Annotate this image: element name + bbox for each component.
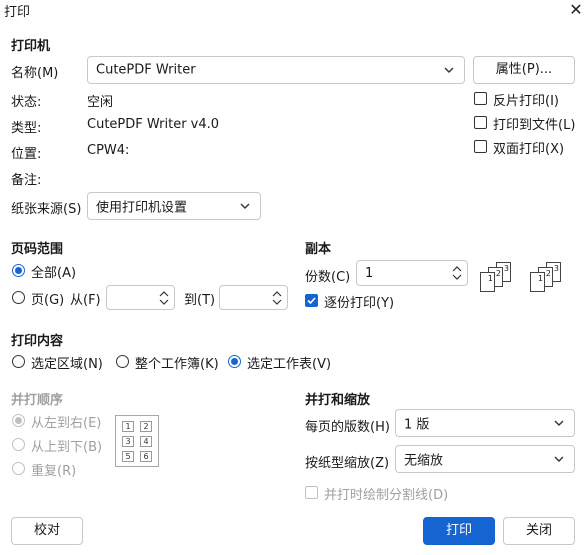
printer-name-label: 名称(M) [11, 66, 59, 81]
type-label: 类型: [11, 121, 42, 136]
draw-borders-checkbox[interactable] [305, 486, 318, 499]
spinner-icon[interactable] [271, 289, 283, 307]
print-order-section-title: 并打顺序 [11, 393, 64, 408]
page-range-all-radio[interactable] [12, 264, 25, 277]
print-workbook-label: 整个工作簿(K) [135, 357, 219, 372]
close-button[interactable]: 关闭 [503, 517, 575, 545]
order-grid-cell: 1 [122, 421, 134, 432]
printer-name-value: CutePDF Writer [96, 62, 196, 78]
order-top-to-bottom-label: 从上到下(B) [31, 440, 103, 455]
collate-label: 逐份打印(Y) [324, 296, 395, 311]
properties-button[interactable]: 属性(P)... [473, 56, 575, 84]
copies-count-label: 份数(C) [305, 270, 351, 285]
order-repeat-radio[interactable] [12, 462, 25, 475]
type-value: CutePDF Writer v4.0 [87, 117, 220, 132]
printer-name-select[interactable]: CutePDF Writer [87, 56, 465, 84]
page-range-to-input[interactable] [219, 285, 288, 310]
print-active-sheets-radio[interactable] [228, 355, 241, 368]
printer-section-title: 打印机 [11, 39, 51, 54]
spinner-icon[interactable] [451, 264, 463, 282]
page-range-section-title: 页码范围 [11, 242, 64, 257]
duplex-checkbox[interactable] [474, 140, 487, 153]
chevron-down-icon [554, 456, 564, 462]
duplex-label: 双面打印(X) [493, 142, 565, 157]
page-range-to-label: 到(T) [184, 293, 216, 308]
page-range-from-input[interactable] [106, 285, 175, 310]
spinner-icon[interactable] [158, 289, 170, 307]
order-grid-cell: 6 [140, 451, 152, 462]
order-grid-cell: 2 [140, 421, 152, 432]
order-left-to-right-label: 从左到右(E) [31, 416, 102, 431]
status-value: 空闲 [87, 95, 114, 110]
pages-per-sheet-value: 1 版 [404, 417, 430, 433]
location-value: CPW4: [87, 143, 130, 158]
print-to-file-checkbox[interactable] [474, 116, 487, 129]
chevron-down-icon [240, 203, 250, 209]
scale-to-paper-select[interactable]: 无缩放 [395, 445, 575, 473]
order-left-to-right-radio[interactable] [12, 414, 25, 427]
reverse-print-label: 反片打印(I) [493, 94, 559, 109]
print-button[interactable]: 打印 [423, 517, 495, 545]
paper-source-select[interactable]: 使用打印机设置 [87, 192, 261, 220]
checkmark-icon [307, 297, 316, 305]
paper-source-value: 使用打印机设置 [96, 200, 188, 216]
scale-to-paper-value: 无缩放 [404, 453, 444, 469]
chevron-down-icon [554, 420, 564, 426]
page-range-pages-radio[interactable] [12, 291, 25, 304]
status-label: 状态: [11, 95, 42, 110]
close-icon[interactable]: ✕ [564, 0, 588, 20]
page-range-pages-label: 页(G) [31, 293, 65, 308]
print-to-file-label: 打印到文件(L) [493, 118, 576, 133]
draw-borders-label: 并打时绘制分割线(D) [324, 488, 449, 503]
page-range-all-label: 全部(A) [31, 266, 77, 281]
reverse-print-checkbox[interactable] [474, 92, 487, 105]
collate-checkbox[interactable] [305, 294, 318, 307]
window-title: 打印 [4, 5, 31, 20]
location-label: 位置: [11, 147, 42, 162]
comment-label: 备注: [11, 173, 42, 188]
title-bar: 打印 ✕ [0, 0, 588, 22]
pages-per-sheet-select[interactable]: 1 版 [395, 409, 575, 437]
copies-count-value: 1 [365, 266, 374, 281]
print-selection-radio[interactable] [12, 355, 25, 368]
paper-source-label: 纸张来源(S) [11, 202, 82, 217]
collate-pages-icon: 3 2 1 [530, 262, 566, 296]
print-what-section-title: 打印内容 [11, 334, 64, 349]
chevron-down-icon [444, 67, 454, 73]
order-grid-cell: 4 [140, 436, 152, 447]
scale-to-paper-label: 按纸型缩放(Z) [305, 456, 390, 471]
proof-button[interactable]: 校对 [11, 517, 83, 545]
zoom-section-title: 并打和缩放 [305, 393, 371, 408]
pages-per-sheet-label: 每页的版数(H) [305, 420, 390, 435]
collate-pages-icon: 3 2 1 [480, 262, 516, 296]
print-selection-label: 选定区域(N) [31, 357, 103, 372]
order-repeat-label: 重复(R) [31, 464, 77, 479]
print-workbook-radio[interactable] [116, 355, 129, 368]
order-grid-cell: 3 [122, 436, 134, 447]
copies-section-title: 副本 [305, 242, 332, 257]
print-order-preview: 1 2 3 4 5 6 [115, 415, 159, 467]
page-range-from-label: 从(F) [70, 293, 101, 308]
order-grid-cell: 5 [122, 451, 134, 462]
order-top-to-bottom-radio[interactable] [12, 438, 25, 451]
print-active-sheets-label: 选定工作表(V) [247, 357, 332, 372]
copies-count-input[interactable]: 1 [356, 260, 468, 286]
